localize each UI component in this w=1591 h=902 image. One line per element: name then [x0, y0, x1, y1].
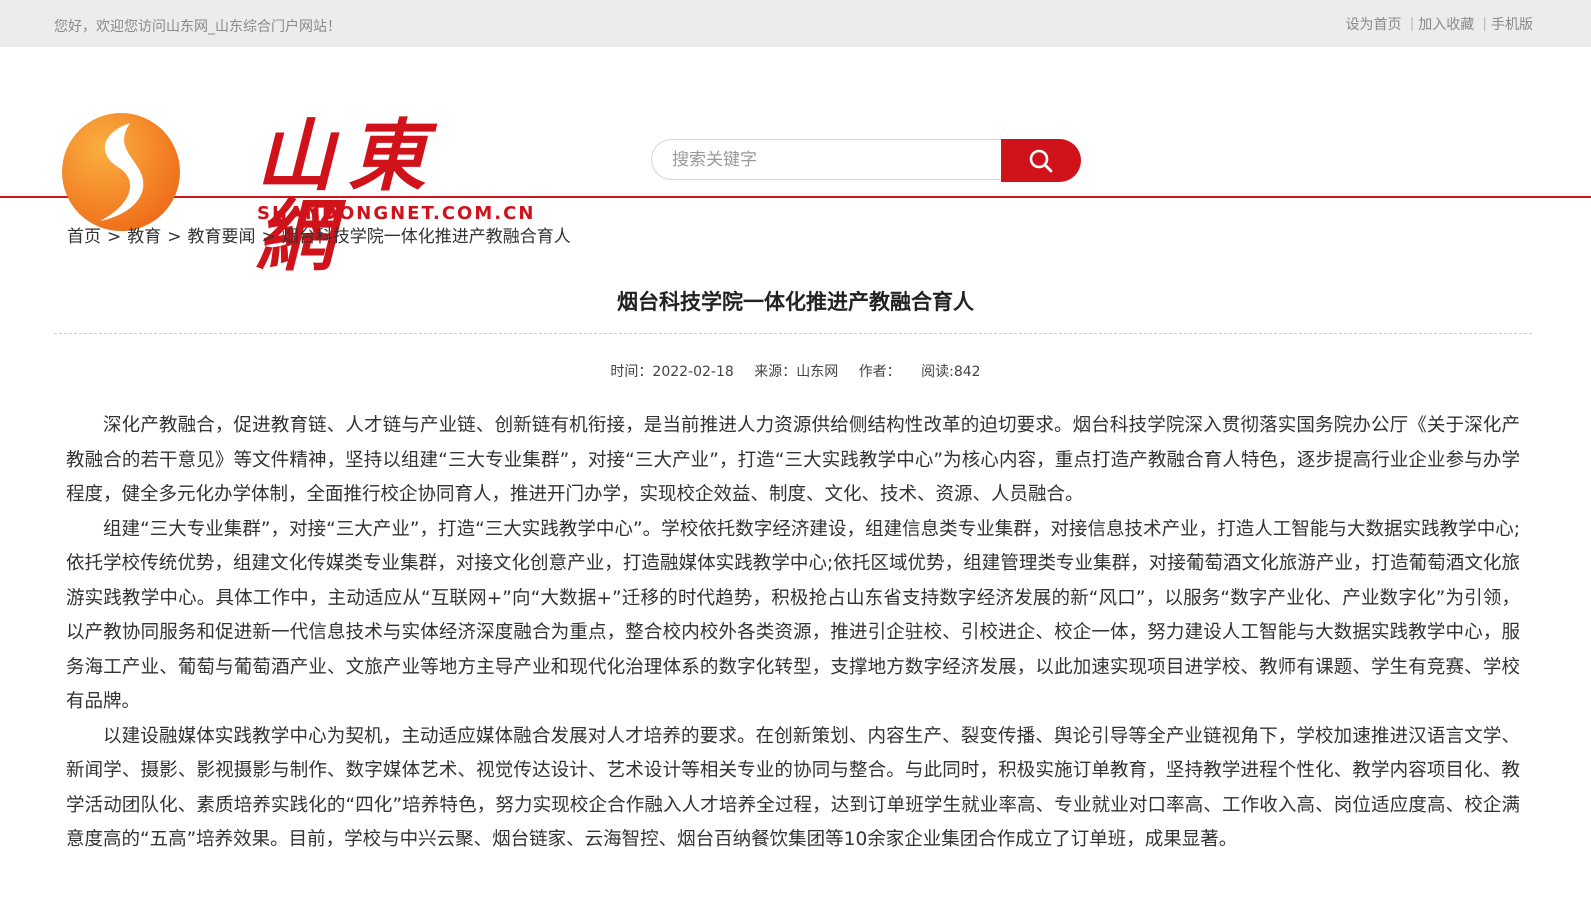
article-body: 深化产教融合，促进教育链、人才链与产业链、创新链有机衔接，是当前推进人力资源供给…: [66, 409, 1520, 858]
mobile-version-link[interactable]: 手机版: [1491, 14, 1533, 34]
article-paragraph: 以建设融媒体实践教学中心为契机，主动适应媒体融合发展对人才培养的要求。在创新策划…: [66, 725, 1520, 851]
read-count: 阅读:842: [921, 364, 981, 380]
breadcrumb-current: 烟台科技学院一体化推进产教融合育人: [281, 227, 571, 247]
search-box: [651, 139, 1081, 182]
breadcrumb-education-news[interactable]: 教育要闻: [188, 227, 256, 247]
top-links: 设为首页 | 加入收藏 | 手机版: [1346, 14, 1533, 34]
divider: |: [1409, 16, 1415, 32]
article-source: 来源：山东网: [754, 364, 839, 380]
article-author: 作者：: [858, 364, 901, 380]
site-logo[interactable]: 山東網 SHANDONGNET.COM.CN: [60, 107, 533, 277]
breadcrumb-education[interactable]: 教育: [127, 227, 161, 247]
top-bar: 您好，欢迎您访问山东网_山东综合门户网站！ 设为首页 | 加入收藏 | 手机版: [0, 0, 1591, 47]
logo-emblem-icon: [62, 113, 180, 231]
article-title: 烟台科技学院一体化推进产教融合育人: [617, 290, 974, 314]
welcome-text: 您好，欢迎您访问山东网_山东综合门户网站！: [54, 19, 341, 35]
article-meta: 时间：2022-02-18 来源：山东网 作者： 阅读:842: [0, 361, 1591, 381]
logo-domain: SHANDONGNET.COM.CN: [257, 203, 536, 224]
breadcrumb-home[interactable]: 首页: [67, 227, 101, 247]
divider: |: [1482, 16, 1487, 32]
set-homepage-link[interactable]: 设为首页: [1346, 14, 1402, 34]
article-paragraph: 组建“三大专业集群”，对接“三大产业”，打造“三大实践教学中心”。学校依托数字经…: [66, 518, 1520, 713]
article-paragraph: 深化产教融合，促进教育链、人才链与产业链、创新链有机衔接，是当前推进人力资源供给…: [66, 415, 1520, 505]
search-button[interactable]: [1001, 139, 1081, 182]
site-header: 山東網 SHANDONGNET.COM.CN: [0, 47, 1591, 277]
breadcrumb: 首页 > 教育 > 教育要闻 > 烟台科技学院一体化推进产教融合育人: [67, 227, 571, 247]
search-input[interactable]: [651, 139, 1001, 180]
publish-time: 时间：2022-02-18: [610, 364, 734, 380]
search-icon: [1029, 149, 1053, 172]
logo-wordmark: 山東網: [256, 111, 441, 282]
divider: [54, 333, 1532, 334]
add-favorite-link[interactable]: 加入收藏: [1418, 14, 1474, 34]
